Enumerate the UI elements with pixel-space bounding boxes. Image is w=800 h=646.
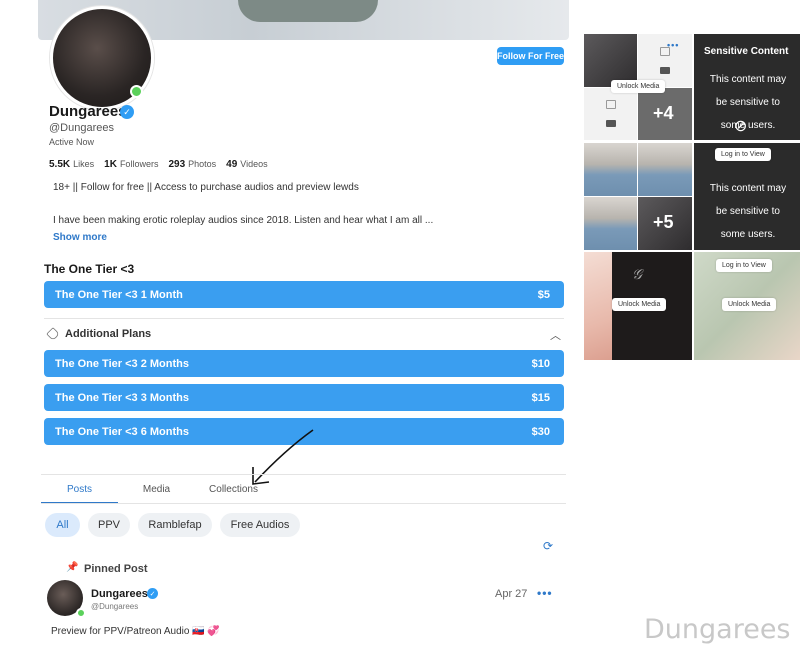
media-thumbnail[interactable]: +4 xyxy=(638,88,692,140)
online-indicator xyxy=(130,85,143,98)
refresh-icon[interactable]: ⟳ xyxy=(543,539,553,553)
profile-stats: 5.5K Likes 1K Followers 293 Photos 49 Videos xyxy=(49,159,268,170)
media-thumbnail[interactable] xyxy=(638,143,692,196)
bio-line: I have been making erotic roleplay audio… xyxy=(53,215,434,226)
log-in-to-view-button[interactable]: Log in to View xyxy=(716,259,772,272)
plan-price: $15 xyxy=(531,391,550,404)
lock-icon xyxy=(606,100,616,109)
profile-name: Dungarees xyxy=(49,103,127,120)
media-thumbnail[interactable] xyxy=(584,143,637,196)
divider xyxy=(41,474,566,475)
more-options-icon[interactable]: ••• xyxy=(667,40,679,50)
eye-off-icon: ⊘ xyxy=(734,118,748,135)
verified-icon: ✓ xyxy=(147,588,158,599)
more-count: +5 xyxy=(653,212,674,232)
show-more-link[interactable]: Show more xyxy=(53,232,107,243)
profile-handle: @Dungarees xyxy=(49,122,114,134)
plan-price: $30 xyxy=(531,425,550,438)
media-thumbnail[interactable] xyxy=(584,88,637,140)
more-options-icon[interactable]: ••• xyxy=(537,586,553,600)
poster-script-art: 𝒢 xyxy=(632,266,642,282)
post-text: Preview for PPV/Patreon Audio 🇸🇰 💞 xyxy=(51,626,220,637)
sensitive-media-tile[interactable]: Sensitive Content This content may be se… xyxy=(694,34,800,140)
camera-icon xyxy=(660,67,670,74)
unlock-media-button[interactable]: Unlock Media xyxy=(611,80,666,93)
plan-price: $5 xyxy=(537,288,550,301)
tier-title: The One Tier <3 xyxy=(44,262,135,276)
plan-label: The One Tier <3 3 Months xyxy=(55,391,189,404)
bio-line: 18+ || Follow for free || Access to purc… xyxy=(53,182,359,193)
stat-videos[interactable]: 49 Videos xyxy=(226,159,267,170)
plan-label: The One Tier <3 6 Months xyxy=(55,425,189,438)
subscribe-plan-button[interactable]: The One Tier <3 2 Months $10 xyxy=(44,350,564,377)
stat-likes: 5.5K Likes xyxy=(49,159,95,170)
filter-chip-free-audios[interactable]: Free Audios xyxy=(220,513,300,537)
more-count: +4 xyxy=(653,103,674,123)
subscribe-plan-button[interactable]: The One Tier <3 3 Months $15 xyxy=(44,384,564,411)
pin-icon: 📌 xyxy=(66,562,79,573)
chevron-up-icon[interactable]: ︿ xyxy=(550,327,561,343)
subscribe-plan-button[interactable]: The One Tier <3 1 Month $5 xyxy=(44,281,564,308)
stat-followers: 1K Followers xyxy=(104,159,159,170)
post-date: Apr 27 xyxy=(495,588,528,600)
post-author-name[interactable]: Dungarees xyxy=(91,588,148,600)
filter-chip-ppv[interactable]: PPV xyxy=(88,513,130,537)
profile-tabs: Posts Media Collections xyxy=(41,476,566,504)
divider xyxy=(41,503,566,504)
divider xyxy=(44,318,564,319)
cover-image-detail xyxy=(238,0,378,22)
tab-media[interactable]: Media xyxy=(118,476,195,502)
online-indicator xyxy=(76,608,86,618)
additional-plans-toggle[interactable]: Additional Plans xyxy=(46,327,152,341)
filter-chip-all[interactable]: All xyxy=(45,513,80,537)
tab-collections[interactable]: Collections xyxy=(195,476,272,502)
plan-label: The One Tier <3 1 Month xyxy=(55,288,183,301)
camera-icon xyxy=(606,120,616,127)
sensitive-content-text: This content may be sensitive to some us… xyxy=(709,183,787,240)
sensitive-content-title: Sensitive Content xyxy=(704,46,789,57)
post-author-handle[interactable]: @Dungarees xyxy=(91,602,138,611)
additional-plans-label: Additional Plans xyxy=(65,328,152,340)
sensitive-content-text: This content may be sensitive to some us… xyxy=(709,74,787,131)
media-thumbnail[interactable]: +5 xyxy=(638,197,692,250)
active-status: Active Now xyxy=(49,137,95,147)
watermark: Dungarees xyxy=(644,614,791,645)
plan-label: The One Tier <3 2 Months xyxy=(55,357,189,370)
unlock-media-button[interactable]: Unlock Media xyxy=(612,298,667,311)
unlock-media-button[interactable]: Unlock Media xyxy=(722,298,777,311)
tab-posts[interactable]: Posts xyxy=(41,476,118,504)
plan-price: $10 xyxy=(531,357,550,370)
stat-photos[interactable]: 293 Photos xyxy=(168,159,216,170)
pinned-post-label: Pinned Post xyxy=(84,563,148,575)
log-in-to-view-button[interactable]: Log in to View xyxy=(715,148,771,161)
filter-chip-ramblefap[interactable]: Ramblefap xyxy=(138,513,212,537)
verified-icon: ✓ xyxy=(120,105,134,119)
follow-button[interactable]: Follow For Free xyxy=(497,47,564,65)
tag-icon xyxy=(46,327,60,341)
media-thumbnail[interactable] xyxy=(584,197,637,250)
